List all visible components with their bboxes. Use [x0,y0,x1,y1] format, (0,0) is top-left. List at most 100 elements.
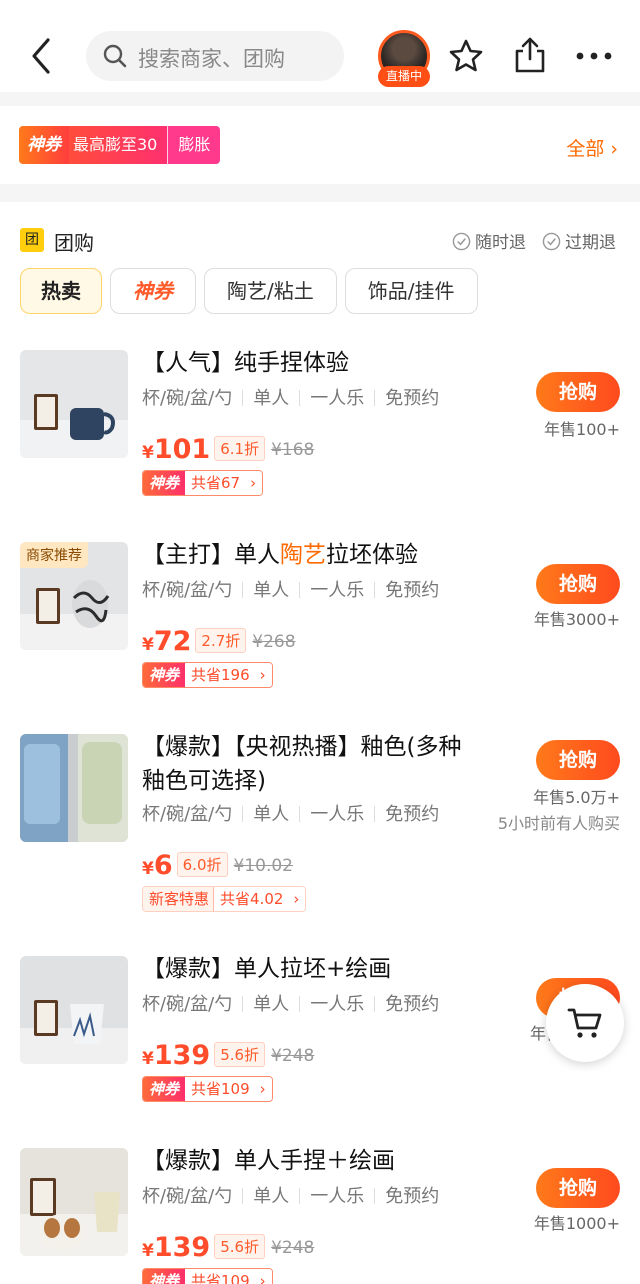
tag: 杯/碗/盆/勺 [142,388,233,409]
price-row: ¥6 6.0折 ¥10.02 [142,850,293,881]
chevron-right-icon: › [253,663,272,687]
deal-list-page: 搜索商家、团购 直播中 神券 最高膨至30 膨胀 全部 › 团 团购 随时退 过… [0,0,640,1284]
tag: 单人 [253,580,290,601]
discount-badge: 5.6折 [214,1234,266,1259]
coupon-desc: 最高膨至30 [69,126,168,164]
saving-amount: 共省67 [185,471,245,495]
chevron-right-icon: › [287,887,306,911]
deal-tags: 杯/碗/盆/勺 单人 一人乐 免预约 [142,990,439,1016]
discount-badge: 5.6折 [214,1042,266,1067]
deal-title: 【爆款】单人手捏＋绘画 [142,1148,395,1174]
group-buy-icon: 团 [20,228,44,252]
deal-item[interactable]: 【爆款】单人拉坯+绘画 杯/碗/盆/勺 单人 一人乐 免预约 ¥139 5.6折 ¥248… [0,944,640,1114]
yearly-sales: 年售100+ [544,420,620,439]
filter-chip-accessories[interactable]: 饰品/挂件 [344,268,478,314]
price-row: ¥72 2.7折 ¥268 [142,626,296,657]
filter-chip-shen-coupon[interactable]: 神券 [110,268,196,314]
floating-cart-button[interactable] [546,984,624,1062]
top-bar: 搜索商家、团购 直播中 [0,0,640,92]
back-icon[interactable] [22,36,62,76]
deal-tags: 杯/碗/盆/勺 单人 一人乐 免预约 [142,1182,439,1208]
cart-icon [567,1008,602,1038]
deal-item[interactable]: 【人气】纯手捏体验 杯/碗/盆/勺 单人 一人乐 免预约 ¥101 6.1折 ¥168 神… [0,338,640,508]
coupon-strip[interactable]: 神券 最高膨至30 膨胀 全部 › [0,106,640,184]
tag: 杯/碗/盆/勺 [142,1186,233,1207]
promo-label: 神券 [143,1077,186,1101]
chevron-right-icon: › [253,1077,272,1101]
buy-button[interactable]: 抢购 [536,740,620,780]
all-label: 全部 [566,138,605,160]
deal-tags: 杯/碗/盆/勺 单人 一人乐 免预约 [142,576,439,602]
deal-thumbnail [20,734,128,842]
tag: 单人 [253,388,290,409]
saving-tag: 神券 共省67 › [142,470,264,496]
deal-thumbnail: 商家推荐 [20,542,128,650]
saving-tag: 神券 共省109 › [142,1076,273,1102]
share-icon[interactable] [512,36,548,74]
tag: 杯/碗/盆/勺 [142,804,233,825]
saving-tag: 神券 共省196 › [142,662,273,688]
chevron-right-icon: › [244,471,263,495]
expand-button[interactable]: 膨胀 [167,126,221,164]
check-circle-icon [452,232,471,251]
filter-chip-hot[interactable]: 热卖 [20,268,102,314]
price-row: ¥139 5.6折 ¥248 [142,1040,314,1071]
divider [0,184,640,202]
deal-price: 6 [153,850,173,881]
promo-label: 神券 [143,471,186,495]
all-coupons-link[interactable]: 全部 › [566,134,618,161]
buy-button[interactable]: 抢购 [536,1168,620,1208]
original-price: ¥248 [271,1238,315,1258]
deal-item[interactable]: 商家推荐 【主打】单人陶艺拉坯体验 杯/碗/盆/勺 单人 一人乐 免预约 ¥72 2.7… [0,530,640,700]
saving-amount: 共省4.02 [214,887,288,911]
currency: ¥ [142,859,154,879]
merchant-recommend-badge: 商家推荐 [20,542,88,568]
buy-button[interactable]: 抢购 [536,372,620,412]
deal-item[interactable]: 【爆款】单人手捏＋绘画 杯/碗/盆/勺 单人 一人乐 免预约 ¥139 5.6折 ¥248… [0,1136,640,1284]
tag: 一人乐 [310,994,365,1015]
live-badge: 直播中 [378,66,430,87]
tag: 单人 [253,1186,290,1207]
chevron-right-icon: › [253,1269,272,1284]
tag: 杯/碗/盆/勺 [142,580,233,601]
guarantee-label: 随时退 [475,233,526,253]
tag: 一人乐 [310,804,365,825]
deal-thumbnail [20,1148,128,1256]
deal-tags: 杯/碗/盆/勺 单人 一人乐 免预约 [142,800,439,826]
tag: 免预约 [385,580,440,601]
promo-label: 神券 [143,663,186,687]
more-icon[interactable] [574,44,614,68]
coupon-badge[interactable]: 神券 最高膨至30 膨胀 [19,126,221,164]
tag: 一人乐 [310,580,365,601]
deal-title: 【爆款】【央视热播】釉色(多种釉色可选择) [142,734,462,794]
deal-thumbnail [20,956,128,1064]
deal-thumbnail [20,350,128,458]
deal-price: 139 [153,1040,211,1071]
tag: 一人乐 [310,388,365,409]
discount-badge: 6.0折 [176,852,228,877]
divider [0,92,640,106]
saving-tag: 神券 共省109 › [142,1268,273,1284]
discount-badge: 2.7折 [195,628,247,653]
promo-label: 神券 [143,1269,186,1284]
tag: 免预约 [385,994,440,1015]
buy-button[interactable]: 抢购 [536,564,620,604]
filter-chip-pottery[interactable]: 陶艺/粘土 [204,268,337,314]
tag: 单人 [253,804,290,825]
shen-coupon-label: 神券 [19,126,69,164]
guarantee-refund-expired: 过期退 [542,228,616,253]
yearly-sales: 年售1000+ [533,1214,620,1233]
deal-item[interactable]: 【爆款】【央视热播】釉色(多种釉色可选择) 杯/碗/盆/勺 单人 一人乐 免预约 ¥6… [0,722,640,922]
yearly-sales: 年售3000+ [533,610,620,629]
deal-title: 【爆款】单人拉坯+绘画 [142,956,392,982]
tag: 免预约 [385,1186,440,1207]
deal-price: 101 [153,434,211,465]
chevron-right-icon: › [610,138,618,160]
saving-amount: 共省109 [185,1077,254,1101]
yearly-sales: 年售5.0万+ [533,788,620,807]
live-avatar-button[interactable]: 直播中 [378,30,430,87]
favorite-star-icon[interactable] [448,38,484,74]
saving-tag: 新客特惠 共省4.02 › [142,886,307,912]
search-bar[interactable]: 搜索商家、团购 [86,31,344,81]
search-icon [103,44,127,68]
